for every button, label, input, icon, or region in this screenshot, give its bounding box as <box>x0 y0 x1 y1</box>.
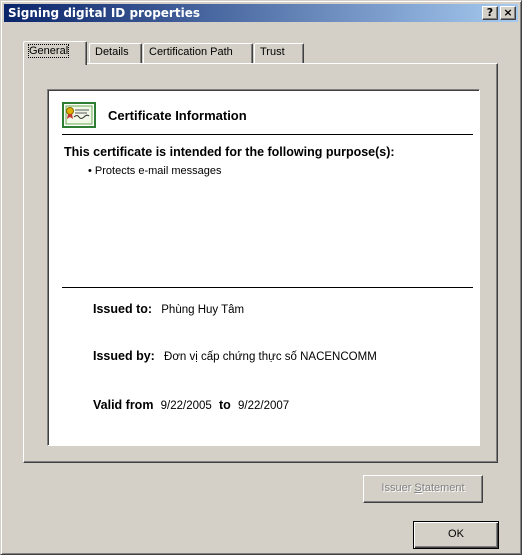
issued-by-value: Đơn vị cấp chứng thực số NACENCOMM <box>164 351 377 363</box>
valid-from-label: Valid from <box>93 398 154 412</box>
tab-certification-path[interactable]: Certification Path <box>143 43 253 63</box>
validity-row: Valid from 9/22/2005 to 9/22/2007 <box>93 398 289 412</box>
issuer-statement-label-rest: tatement <box>421 482 465 494</box>
valid-from-value: 9/22/2005 <box>160 400 212 412</box>
tab-general[interactable]: General <box>23 41 87 65</box>
tab-general-label: General <box>27 44 70 58</box>
issued-by-row: Issued by: Đơn vị cấp chứng thực số NACE… <box>93 349 377 363</box>
bullet-icon: • <box>88 165 95 177</box>
issuer-statement-mnemonic: S <box>414 482 422 494</box>
dialog-window: Signing digital ID properties ? × Genera… <box>0 0 522 555</box>
purpose-heading: This certificate is intended for the fol… <box>64 145 395 159</box>
ok-button[interactable]: OK <box>413 521 499 549</box>
issued-by-label: Issued by: <box>93 349 155 363</box>
issued-to-label: Issued to: <box>93 302 153 316</box>
tab-details-label: Details <box>95 46 129 58</box>
title-bar[interactable]: Signing digital ID properties ? × <box>4 4 518 22</box>
tab-trust-label: Trust <box>260 46 285 58</box>
help-button[interactable]: ? <box>482 6 498 20</box>
issued-to-value: Phùng Huy Tâm <box>161 304 245 316</box>
purpose-text: Protects e-mail messages <box>94 165 222 177</box>
purpose-list-item: • Protects e-mail messages <box>88 165 221 177</box>
close-button[interactable]: × <box>500 6 516 20</box>
window-title: Signing digital ID properties <box>8 6 200 20</box>
certificate-info-box: Certificate Information This certificate… <box>47 89 480 446</box>
certificate-info-title: Certificate Information <box>108 108 247 123</box>
issued-to-row: Issued to: Phùng Huy Tâm <box>93 302 244 316</box>
ok-button-label: OK <box>448 528 464 540</box>
help-icon: ? <box>486 6 494 19</box>
issuer-statement-button[interactable]: Issuer Statement <box>363 475 483 503</box>
valid-to-value: 9/22/2007 <box>238 400 290 412</box>
valid-to-label: to <box>219 398 231 412</box>
tab-trust[interactable]: Trust <box>254 43 304 63</box>
issuer-statement-label-prefix: Issuer <box>381 482 415 494</box>
certificate-icon <box>62 102 96 128</box>
tab-details[interactable]: Details <box>89 43 142 63</box>
tab-certification-path-label: Certification Path <box>149 46 233 58</box>
title-divider <box>62 134 473 135</box>
close-icon: × <box>503 6 513 19</box>
purpose-divider <box>62 287 473 288</box>
